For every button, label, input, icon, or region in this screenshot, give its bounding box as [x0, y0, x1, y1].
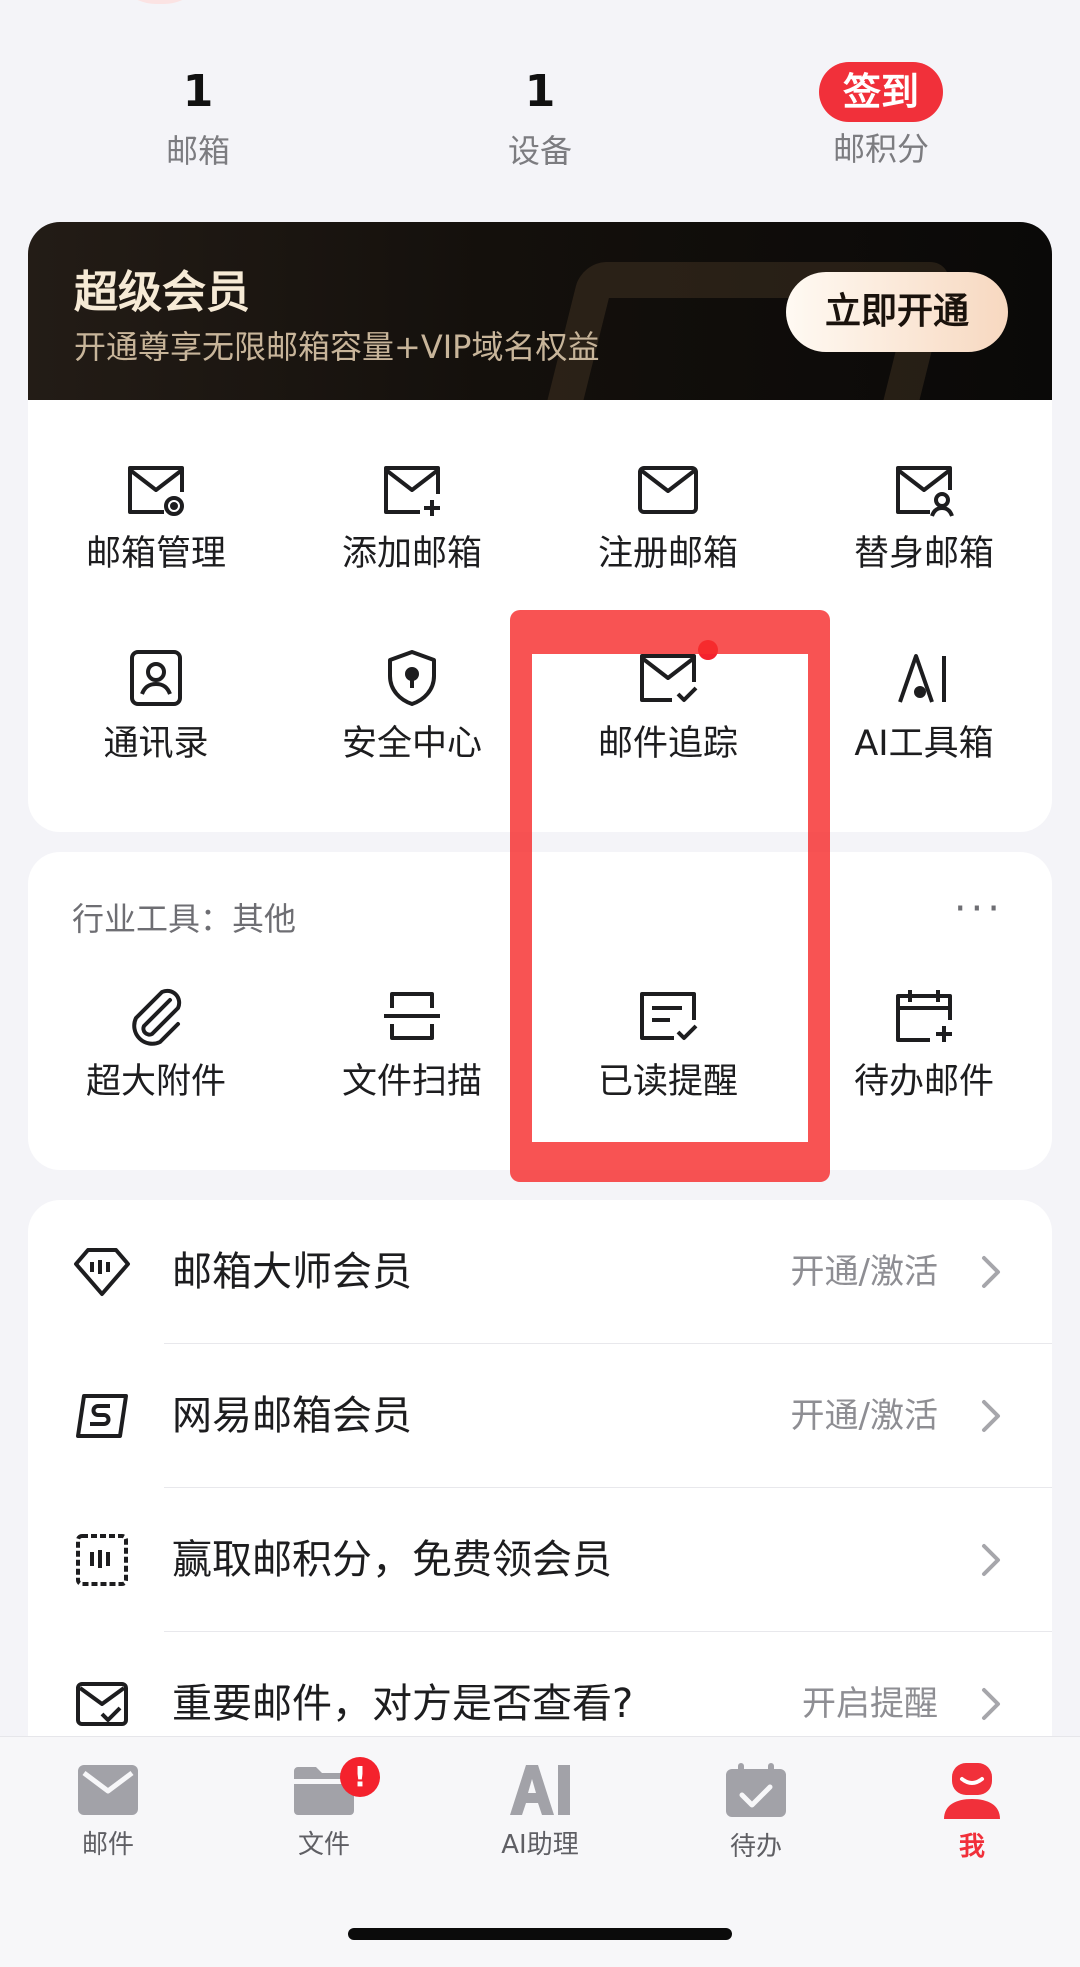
tab-label: 文件	[297, 1830, 350, 1860]
files-alert-badge: !	[340, 1757, 380, 1797]
tab-label: 我	[958, 1832, 985, 1862]
row-action: 开启提醒	[802, 1684, 938, 1724]
row-title: 赢取邮积分，免费领会员	[172, 1537, 612, 1583]
mail-user-icon	[896, 466, 954, 517]
chevron-right-icon	[982, 1256, 1000, 1288]
super-vip-banner[interactable]: 超级会员 开通尊享无限邮箱容量+VIP域名权益 立即开通	[28, 222, 1052, 400]
industry-tools-card: 行业工具：其他 ··· 超大附件 文件扫描 已读提醒 待办邮件	[28, 852, 1052, 1170]
mail-icon	[638, 466, 698, 514]
tool-file-scan[interactable]: 文件扫描	[284, 986, 540, 1106]
todo-tab-icon	[726, 1763, 786, 1817]
mail-tab-icon	[78, 1765, 138, 1815]
tab-todo[interactable]: 待办	[676, 1763, 836, 1865]
tool-security-center[interactable]: 安全中心	[284, 648, 540, 768]
avatar[interactable]	[112, 0, 208, 4]
stats-row: 1 邮箱 1 设备 签到 邮积分	[0, 60, 1080, 180]
stat-device-count[interactable]: 1 设备	[440, 60, 640, 176]
contact-card-icon	[130, 650, 182, 706]
tab-label: AI助理	[501, 1830, 579, 1860]
mailbox-tools-card: 邮箱管理 添加邮箱 注册邮箱 替身邮箱 通讯录 安全中心 邮件追踪 AI工具箱	[28, 400, 1052, 832]
chevron-right-icon	[982, 1688, 1000, 1720]
mail-check-icon	[640, 654, 698, 702]
list-row-mail-master-vip[interactable]: 邮箱大师会员 开通/激活	[28, 1200, 1052, 1344]
tool-label: 邮箱管理	[85, 534, 226, 574]
stat-mailbox-count[interactable]: 1 邮箱	[98, 60, 298, 176]
tool-label: 待办邮件	[853, 1062, 994, 1102]
diamond-icon	[74, 1248, 130, 1296]
tool-label: 替身邮箱	[853, 534, 994, 574]
tool-mail-tracking[interactable]: 邮件追踪	[540, 640, 796, 768]
membership-list: 邮箱大师会员 开通/激活 网易邮箱会员 开通/激活 赢取邮积分，免费领会员 重要…	[28, 1200, 1052, 1740]
profile-tab-icon	[944, 1763, 1000, 1819]
list-row-netease-vip[interactable]: 网易邮箱会员 开通/激活	[28, 1344, 1052, 1488]
tool-label: 注册邮箱	[597, 534, 738, 574]
tool-ai-toolbox[interactable]: AI工具箱	[796, 648, 1052, 768]
shield-icon	[388, 650, 436, 706]
industry-tools-title: 行业工具：其他	[72, 900, 297, 938]
tool-contacts[interactable]: 通讯录	[28, 648, 284, 768]
tool-label: 安全中心	[341, 724, 482, 764]
device-count-value: 1	[524, 66, 556, 117]
home-indicator	[348, 1928, 732, 1940]
mail-add-icon	[384, 466, 440, 516]
points-label: 邮积分	[832, 130, 929, 168]
coupon-icon	[76, 1534, 128, 1586]
tab-ai-assistant[interactable]: AI助理	[460, 1763, 620, 1863]
tab-files[interactable]: ! 文件	[244, 1757, 404, 1863]
list-row-earn-points[interactable]: 赢取邮积分，免费领会员	[28, 1488, 1052, 1632]
row-action: 开通/激活	[790, 1396, 938, 1436]
tab-profile[interactable]: 我	[892, 1763, 1052, 1865]
list-row-important-mail-reminder[interactable]: 重要邮件，对方是否查看? 开启提醒	[28, 1632, 1052, 1740]
tool-label: AI工具箱	[854, 724, 994, 764]
mail-check-icon	[76, 1682, 128, 1726]
tool-label: 邮件追踪	[597, 724, 738, 764]
vip-activate-button[interactable]: 立即开通	[786, 272, 1008, 352]
tool-label: 添加邮箱	[341, 534, 482, 574]
scan-icon	[384, 992, 440, 1040]
mailbox-count-value: 1	[182, 66, 214, 117]
more-options-icon[interactable]: ···	[954, 886, 1004, 932]
tool-label: 超大附件	[85, 1062, 226, 1102]
vip-title: 超级会员	[74, 267, 250, 318]
tool-read-reminder[interactable]: 已读提醒	[540, 986, 796, 1106]
tool-label: 通讯录	[103, 724, 209, 764]
chevron-right-icon	[982, 1400, 1000, 1432]
tab-label: 待办	[729, 1832, 782, 1862]
tool-label: 文件扫描	[341, 1062, 482, 1102]
tool-label: 已读提醒	[597, 1062, 738, 1102]
s-badge-icon	[76, 1394, 128, 1438]
tool-alias-mailbox[interactable]: 替身邮箱	[796, 462, 1052, 578]
tool-mailbox-management[interactable]: 邮箱管理	[28, 462, 284, 578]
tab-mail[interactable]: 邮件	[28, 1763, 188, 1863]
tool-todo-mail[interactable]: 待办邮件	[796, 986, 1052, 1106]
calendar-add-icon	[896, 990, 952, 1042]
ai-tab-icon	[510, 1765, 570, 1815]
tool-register-mailbox[interactable]: 注册邮箱	[540, 462, 796, 578]
row-action: 开通/激活	[790, 1252, 938, 1292]
row-title: 邮箱大师会员	[172, 1249, 412, 1295]
tool-add-mailbox[interactable]: 添加邮箱	[284, 462, 540, 578]
row-title: 重要邮件，对方是否查看?	[172, 1681, 634, 1727]
vip-subtitle: 开通尊享无限邮箱容量+VIP域名权益	[74, 328, 600, 366]
paperclip-icon	[132, 988, 182, 1046]
mail-settings-icon	[128, 466, 184, 516]
mailbox-count-label: 邮箱	[165, 132, 230, 170]
read-receipt-icon	[640, 992, 698, 1040]
checkin-button[interactable]: 签到	[818, 62, 943, 122]
chevron-right-icon	[982, 1544, 1000, 1576]
row-title: 网易邮箱会员	[172, 1393, 412, 1439]
stat-points[interactable]: 签到 邮积分	[781, 60, 981, 174]
tool-large-attachment[interactable]: 超大附件	[28, 986, 284, 1106]
device-count-label: 设备	[507, 132, 572, 170]
tab-label: 邮件	[81, 1830, 134, 1860]
new-indicator-dot	[698, 640, 718, 660]
ai-icon	[898, 654, 946, 703]
